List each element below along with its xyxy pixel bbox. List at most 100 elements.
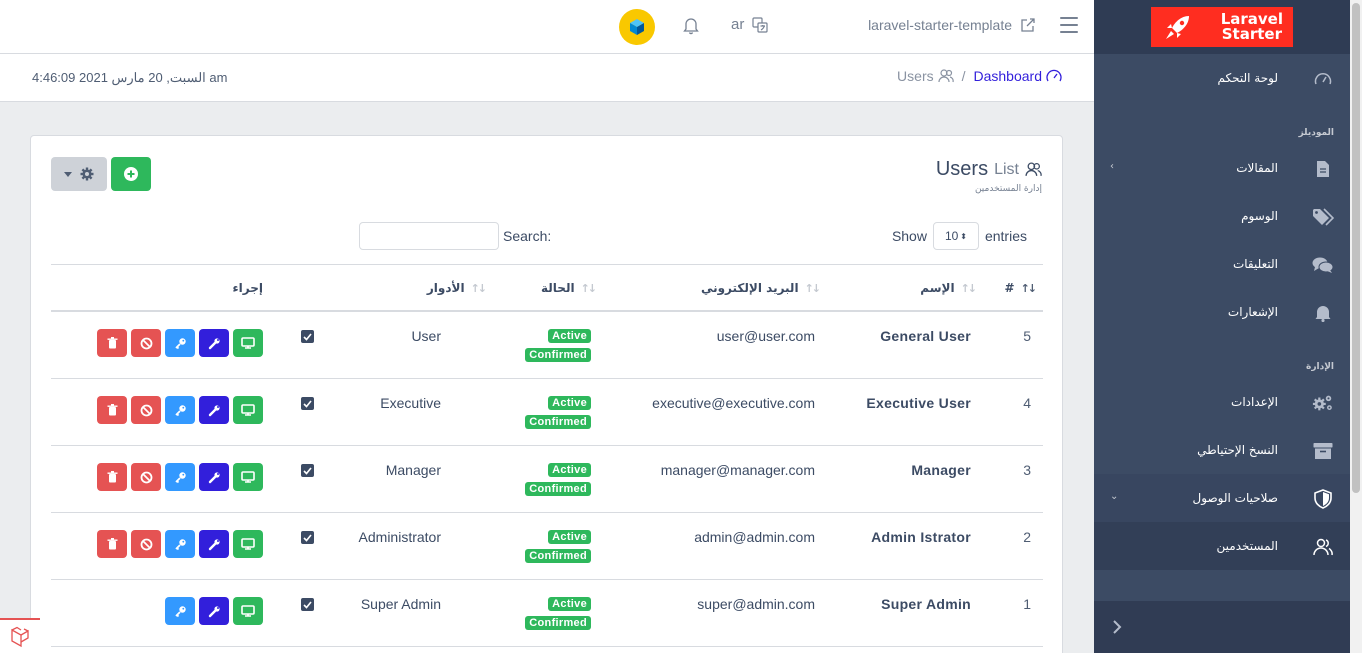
row-checkbox[interactable] (301, 598, 314, 611)
sidebar-item-comments[interactable]: التعليقات (1094, 240, 1350, 288)
edit-user-button[interactable] (199, 463, 229, 491)
users-card: Users List إدارة المستخدمين Search: Show… (30, 135, 1063, 653)
user-role: Executive (380, 395, 441, 411)
comments-icon (1312, 254, 1334, 276)
users-icon (1025, 162, 1042, 177)
hamburger-line (1060, 31, 1078, 33)
notifications-bell-icon[interactable] (683, 17, 699, 39)
users-icon (1312, 536, 1334, 558)
wrench-icon (208, 404, 220, 416)
tags-icon (1312, 206, 1334, 228)
check-icon (303, 600, 312, 609)
sidebar-section-admin: الإدارة (1306, 362, 1334, 372)
sidebar-item-notifications[interactable]: الإشعارات (1094, 288, 1350, 336)
translate-icon (752, 16, 768, 33)
column-header-name[interactable]: الإسم ↑↓ (920, 281, 977, 295)
current-datetime: السبت, 20 مارس 2021 4:46:09 am (32, 70, 228, 85)
user-email: user@user.com (716, 328, 815, 344)
speedometer-icon (1312, 68, 1334, 90)
search-input[interactable] (359, 222, 499, 250)
table-search: Search: (359, 222, 551, 250)
column-header-roles[interactable]: الأدوار ↑↓ (426, 281, 487, 295)
row-actions (97, 463, 263, 491)
edit-user-button[interactable] (199, 396, 229, 424)
language-switcher[interactable]: ar (731, 16, 768, 33)
block-user-button[interactable] (131, 530, 161, 558)
sidebar-item-users[interactable]: المستخدمين (1094, 522, 1350, 570)
user-name[interactable]: Super Admin (881, 596, 971, 612)
change-password-button[interactable] (165, 597, 195, 625)
change-password-button[interactable] (165, 329, 195, 357)
archive-icon (1312, 440, 1334, 462)
delete-user-button[interactable] (97, 463, 127, 491)
column-header-roles-label: الأدوار (426, 281, 465, 295)
edit-user-button[interactable] (199, 597, 229, 625)
user-email: admin@admin.com (694, 529, 815, 545)
edit-user-button[interactable] (199, 329, 229, 357)
column-header-email-label: البريد الإلكتروني (700, 281, 799, 295)
row-actions (165, 597, 263, 625)
row-checkbox[interactable] (301, 397, 314, 410)
sidebar-item-posts[interactable]: ‹ المقالات (1094, 144, 1350, 192)
project-external-link[interactable]: laravel-starter-template (868, 17, 1036, 33)
sidebar-toggle-button[interactable] (1060, 17, 1078, 33)
show-user-button[interactable] (233, 329, 263, 357)
block-user-button[interactable] (131, 329, 161, 357)
delete-user-button[interactable] (97, 396, 127, 424)
breadcrumb-dashboard-link[interactable]: Dashboard (974, 68, 1063, 84)
block-user-button[interactable] (131, 396, 161, 424)
debugbar-toggle[interactable] (0, 618, 40, 653)
column-header-id[interactable]: # ↑↓ (1005, 281, 1038, 295)
user-name[interactable]: Manager (911, 462, 971, 478)
sidebar-item-access-control[interactable]: ⌄ صلاحيات الوصول (1094, 474, 1350, 522)
row-checkbox[interactable] (301, 330, 314, 343)
show-user-button[interactable] (233, 597, 263, 625)
settings-dropdown-button[interactable] (51, 157, 107, 191)
show-user-button[interactable] (233, 463, 263, 491)
show-user-button[interactable] (233, 396, 263, 424)
sidebar-item-tags[interactable]: الوسوم (1094, 192, 1350, 240)
sidebar-minimizer-button[interactable] (1094, 601, 1350, 653)
column-header-action-label: إجراء (232, 281, 263, 295)
status-badge-confirmed: Confirmed (525, 348, 591, 362)
sidebar-brand[interactable]: Laravel Starter (1094, 0, 1350, 54)
user-status: Active Confirmed (525, 530, 591, 563)
user-email: executive@executive.com (652, 395, 815, 411)
entries-select[interactable]: 10 ⬍ (932, 222, 979, 250)
sidebar-item-label: صلاحيات الوصول (1192, 491, 1278, 505)
user-email: manager@manager.com (660, 462, 815, 478)
change-password-button[interactable] (165, 530, 195, 558)
status-badge-confirmed: Confirmed (525, 415, 591, 429)
sidebar-item-label: المقالات (1236, 161, 1278, 175)
trash-icon (107, 337, 117, 349)
user-avatar[interactable] (619, 9, 655, 45)
user-name[interactable]: Admin Istrator (871, 529, 971, 545)
user-name[interactable]: General User (880, 328, 971, 344)
user-status: Active Confirmed (525, 396, 591, 429)
desktop-icon (241, 337, 255, 349)
row-checkbox[interactable] (301, 531, 314, 544)
add-user-button[interactable] (111, 157, 151, 191)
check-icon (303, 533, 312, 542)
ban-icon (140, 404, 152, 416)
column-header-email[interactable]: البريد الإلكتروني ↑↓ (700, 281, 821, 295)
rocket-icon (1166, 16, 1189, 39)
edit-user-button[interactable] (199, 530, 229, 558)
block-user-button[interactable] (131, 463, 161, 491)
column-header-status[interactable]: الحالة ↑↓ (541, 281, 597, 295)
change-password-button[interactable] (165, 396, 195, 424)
sidebar-item-settings[interactable]: الإعدادات (1094, 378, 1350, 426)
scrollbar-thumb[interactable] (1352, 3, 1360, 493)
page-scrollbar[interactable] (1350, 0, 1362, 653)
delete-user-button[interactable] (97, 329, 127, 357)
sidebar-item-dashboard[interactable]: لوحة التحكم (1094, 54, 1350, 102)
breadcrumb-separator: / (961, 68, 966, 84)
delete-user-button[interactable] (97, 530, 127, 558)
change-password-button[interactable] (165, 463, 195, 491)
sidebar-item-backups[interactable]: النسخ الإحتياطي (1094, 426, 1350, 474)
user-name[interactable]: Executive User (866, 395, 971, 411)
key-icon (174, 471, 186, 483)
show-user-button[interactable] (233, 530, 263, 558)
search-label: Search: (503, 228, 552, 244)
row-checkbox[interactable] (301, 464, 314, 477)
